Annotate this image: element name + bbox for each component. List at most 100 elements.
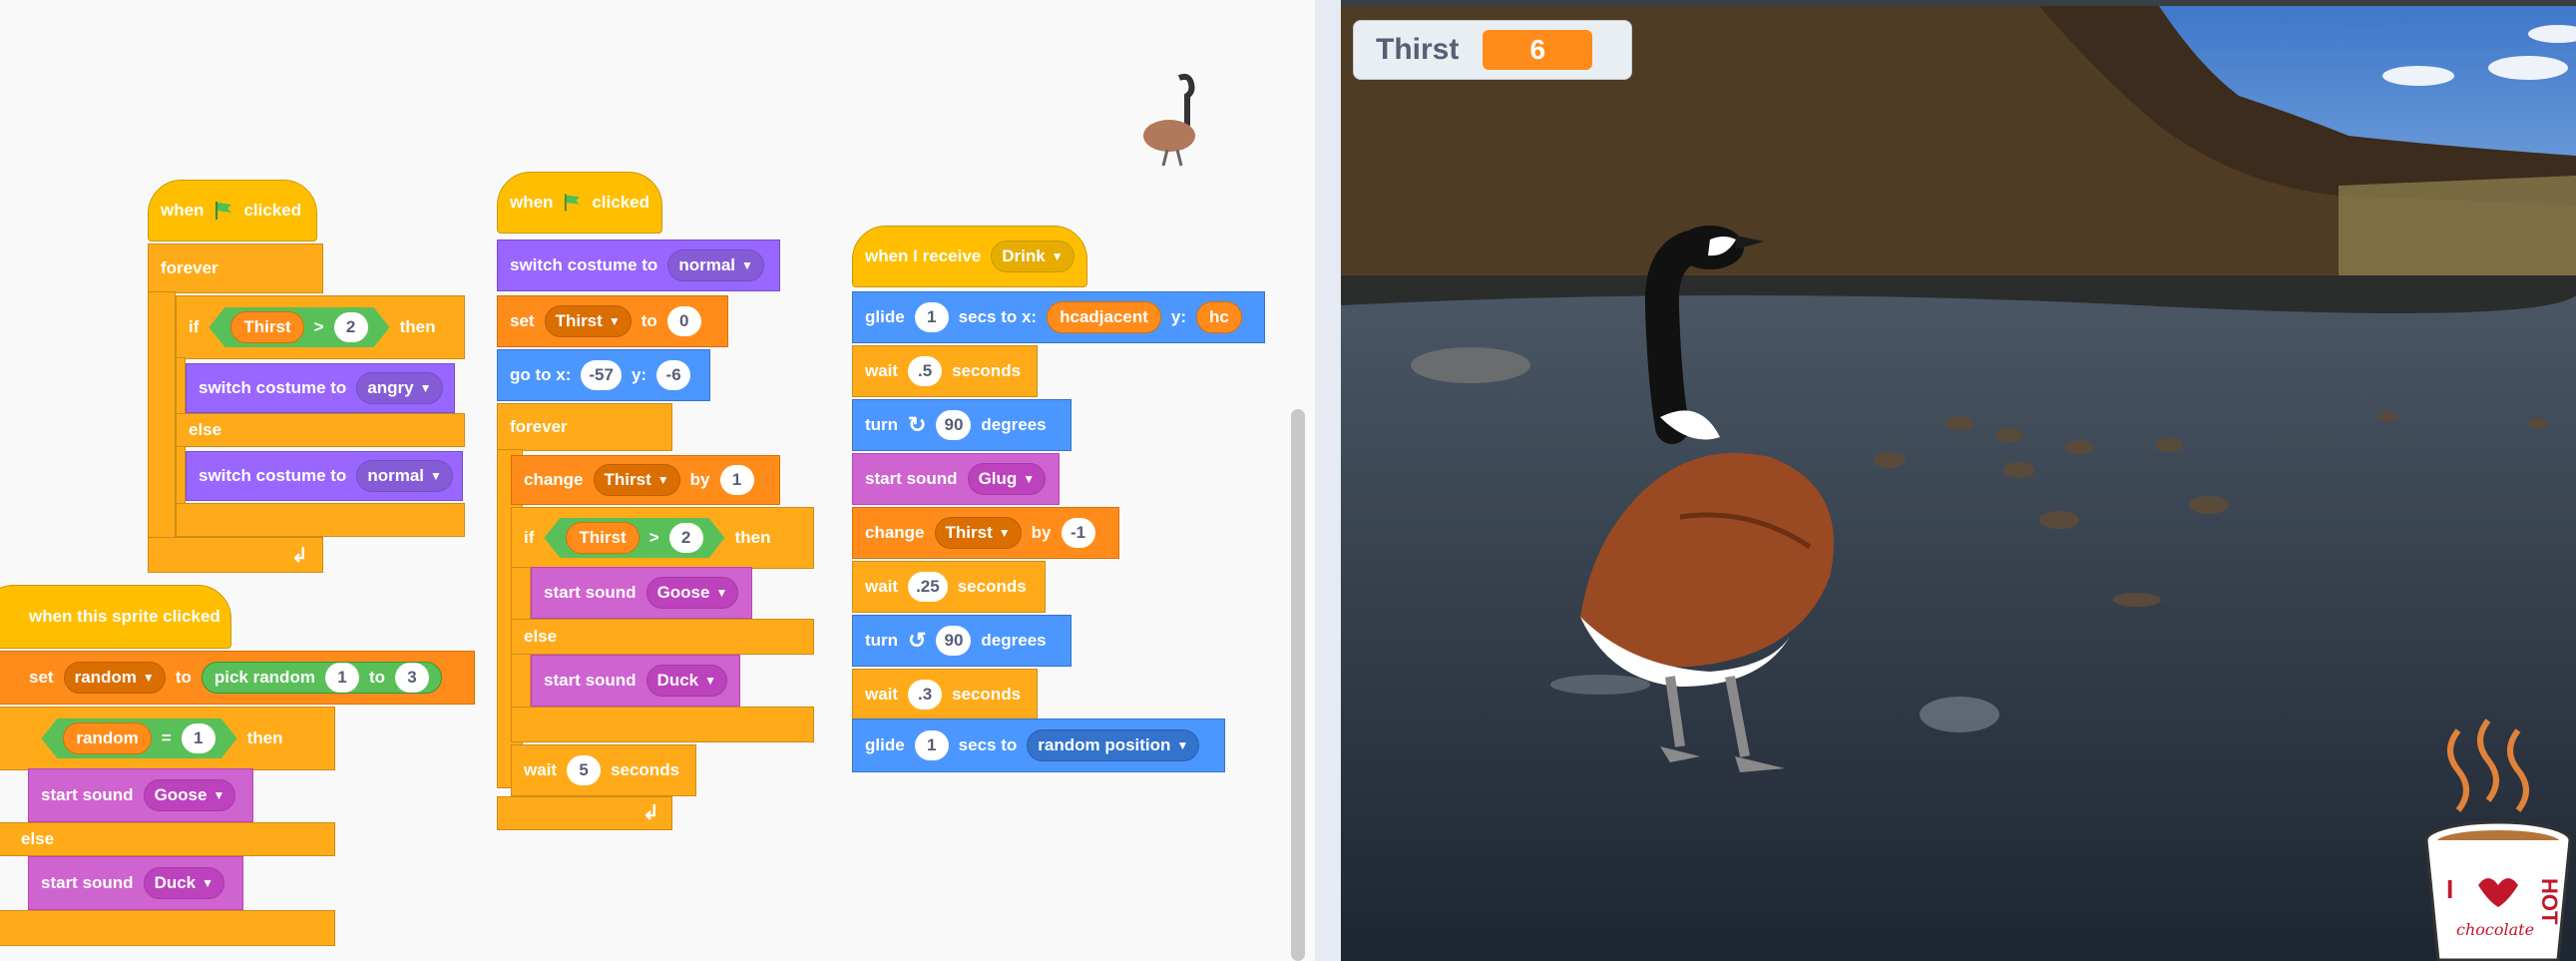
wait-block[interactable]: wait .3 seconds: [852, 669, 1038, 721]
turn-left-block[interactable]: turn ↺ 90 degrees: [852, 615, 1072, 667]
thirst-variable-reporter[interactable]: Thirst: [566, 522, 639, 554]
sound-dropdown[interactable]: Goose ▼: [645, 577, 739, 609]
workspace-vertical-scrollbar[interactable]: [1291, 409, 1305, 961]
equals-operator[interactable]: random = 1: [41, 719, 236, 758]
wait-seconds-input[interactable]: .5: [908, 356, 943, 386]
caret-down-icon: ▼: [419, 381, 432, 395]
hc-variable-reporter[interactable]: hc: [1196, 301, 1242, 333]
sound-dropdown[interactable]: Glug ▼: [967, 463, 1047, 495]
block-label: secs to: [958, 735, 1018, 754]
forever-block[interactable]: forever: [497, 403, 672, 451]
sound-dropdown[interactable]: Duck ▼: [143, 867, 225, 899]
go-to-xy-block[interactable]: go to x: -57 y: -6: [497, 349, 710, 401]
variable-dropdown[interactable]: Thirst ▼: [593, 464, 680, 496]
block-label: switch costume to: [510, 255, 658, 274]
wait-block[interactable]: wait .25 seconds: [852, 561, 1046, 613]
y-input[interactable]: -6: [656, 360, 691, 390]
change-thirst-block[interactable]: change Thirst ▼ by -1: [852, 507, 1119, 559]
glide-secs-input[interactable]: 1: [914, 302, 949, 332]
sound-dropdown[interactable]: Duck ▼: [645, 665, 728, 697]
start-sound-glug-block[interactable]: start sound Glug ▼: [852, 453, 1060, 505]
stage-backdrop-pond: [1341, 6, 2576, 961]
pick-random-operator[interactable]: pick random 1 to 3: [201, 662, 442, 694]
set-random-block[interactable]: set random ▼ to pick random 1 to 3: [0, 651, 475, 705]
thirst-variable-monitor[interactable]: Thirst 6: [1353, 20, 1632, 80]
caret-down-icon: ▼: [1023, 472, 1036, 486]
random-to-input[interactable]: 3: [395, 663, 429, 693]
compare-value-input[interactable]: 2: [669, 523, 703, 553]
variable-dropdown[interactable]: Thirst ▼: [544, 305, 632, 337]
block-label: wait: [865, 361, 899, 380]
block-label: to: [175, 668, 192, 687]
compare-value-input[interactable]: 2: [334, 312, 368, 342]
wait-5-block[interactable]: wait 5 seconds: [511, 744, 696, 796]
start-sound-duck-block[interactable]: start sound Duck ▼: [28, 856, 243, 910]
degrees-input[interactable]: 90: [936, 626, 972, 656]
block-label: wait: [865, 577, 899, 596]
forever-label: forever: [510, 417, 568, 436]
code-workspace[interactable]: when clicked forever if Thirst > 2 then …: [0, 0, 1315, 961]
block-label: degrees: [981, 631, 1047, 650]
start-sound-goose-block[interactable]: start sound Goose ▼: [531, 567, 752, 619]
start-sound-duck-block[interactable]: start sound Duck ▼: [531, 655, 740, 707]
change-thirst-block[interactable]: change Thirst ▼ by 1: [511, 455, 780, 505]
wait-seconds-input[interactable]: 5: [567, 755, 602, 785]
forever-block[interactable]: forever: [148, 243, 323, 293]
block-label: change: [865, 523, 925, 542]
costume-dropdown[interactable]: normal ▼: [667, 249, 764, 281]
block-label: secs to x:: [958, 307, 1038, 326]
set-value-input[interactable]: 0: [666, 306, 701, 336]
else-label: else: [189, 420, 222, 439]
random-variable-reporter[interactable]: random: [63, 722, 151, 754]
switch-costume-normal-block[interactable]: switch costume to normal ▼: [186, 451, 463, 501]
wait-block[interactable]: wait .5 seconds: [852, 345, 1038, 397]
stage[interactable]: I HOT chocolate Thirst 6: [1341, 6, 2576, 961]
caret-down-icon: ▼: [202, 876, 215, 890]
target-dropdown[interactable]: random position ▼: [1027, 729, 1200, 761]
turn-right-block[interactable]: turn ↻ 90 degrees: [852, 399, 1072, 451]
variable-dropdown[interactable]: Thirst ▼: [934, 517, 1022, 549]
when-flag-clicked-hat[interactable]: when clicked: [148, 180, 317, 241]
thirst-variable-reporter[interactable]: Thirst: [230, 311, 303, 343]
greater-than-operator[interactable]: Thirst > 2: [544, 518, 724, 558]
block-label: y:: [1170, 307, 1187, 326]
message-dropdown[interactable]: Drink ▼: [991, 240, 1074, 272]
else-label: else: [524, 627, 558, 646]
greater-than-operator[interactable]: Thirst > 2: [209, 307, 389, 347]
change-value-input[interactable]: -1: [1061, 518, 1095, 548]
then-label: then: [246, 728, 283, 747]
if-else-block[interactable]: if random = 1 then: [0, 707, 335, 770]
switch-costume-angry-block[interactable]: switch costume to angry ▼: [186, 363, 455, 413]
hot-chocolate-mug-sprite[interactable]: I HOT chocolate: [2418, 711, 2576, 961]
glide-to-xy-block[interactable]: glide 1 secs to x: hcadjacent y: hc: [852, 291, 1265, 343]
x-input[interactable]: -57: [581, 360, 622, 390]
if-else-block[interactable]: if Thirst > 2 then: [176, 295, 465, 359]
sound-dropdown[interactable]: Goose ▼: [143, 779, 236, 811]
if-else-bottom: [511, 707, 814, 742]
glide-secs-input[interactable]: 1: [914, 730, 949, 760]
degrees-input[interactable]: 90: [936, 410, 972, 440]
compare-value-input[interactable]: 1: [182, 723, 215, 753]
change-value-input[interactable]: 1: [719, 465, 754, 495]
when-sprite-clicked-hat[interactable]: when this sprite clicked: [0, 585, 231, 649]
forever-arm: [148, 291, 176, 541]
wait-seconds-input[interactable]: .25: [908, 572, 948, 602]
switch-costume-normal-block[interactable]: switch costume to normal ▼: [497, 240, 780, 291]
set-thirst-block[interactable]: set Thirst ▼ to 0: [497, 295, 728, 347]
random-from-input[interactable]: 1: [324, 663, 359, 693]
when-i-receive-hat[interactable]: when I receive Drink ▼: [852, 226, 1087, 287]
goose-sprite[interactable]: [1560, 218, 1920, 776]
if-else-block[interactable]: if Thirst > 2 then: [511, 507, 814, 569]
hcadjacent-variable-reporter[interactable]: hcadjacent: [1047, 301, 1161, 333]
dropdown-value: random: [74, 668, 137, 687]
costume-dropdown[interactable]: angry ▼: [356, 372, 443, 404]
costume-dropdown[interactable]: normal ▼: [356, 460, 453, 492]
variable-dropdown[interactable]: random ▼: [63, 662, 166, 694]
if-label: if: [524, 528, 535, 547]
when-flag-clicked-hat[interactable]: when clicked: [497, 172, 662, 234]
dropdown-value: Duck: [154, 873, 197, 892]
start-sound-goose-block[interactable]: start sound Goose ▼: [28, 768, 253, 822]
dropdown-value: Duck: [656, 671, 699, 690]
glide-to-random-block[interactable]: glide 1 secs to random position ▼: [852, 719, 1225, 772]
wait-seconds-input[interactable]: .3: [908, 680, 943, 710]
